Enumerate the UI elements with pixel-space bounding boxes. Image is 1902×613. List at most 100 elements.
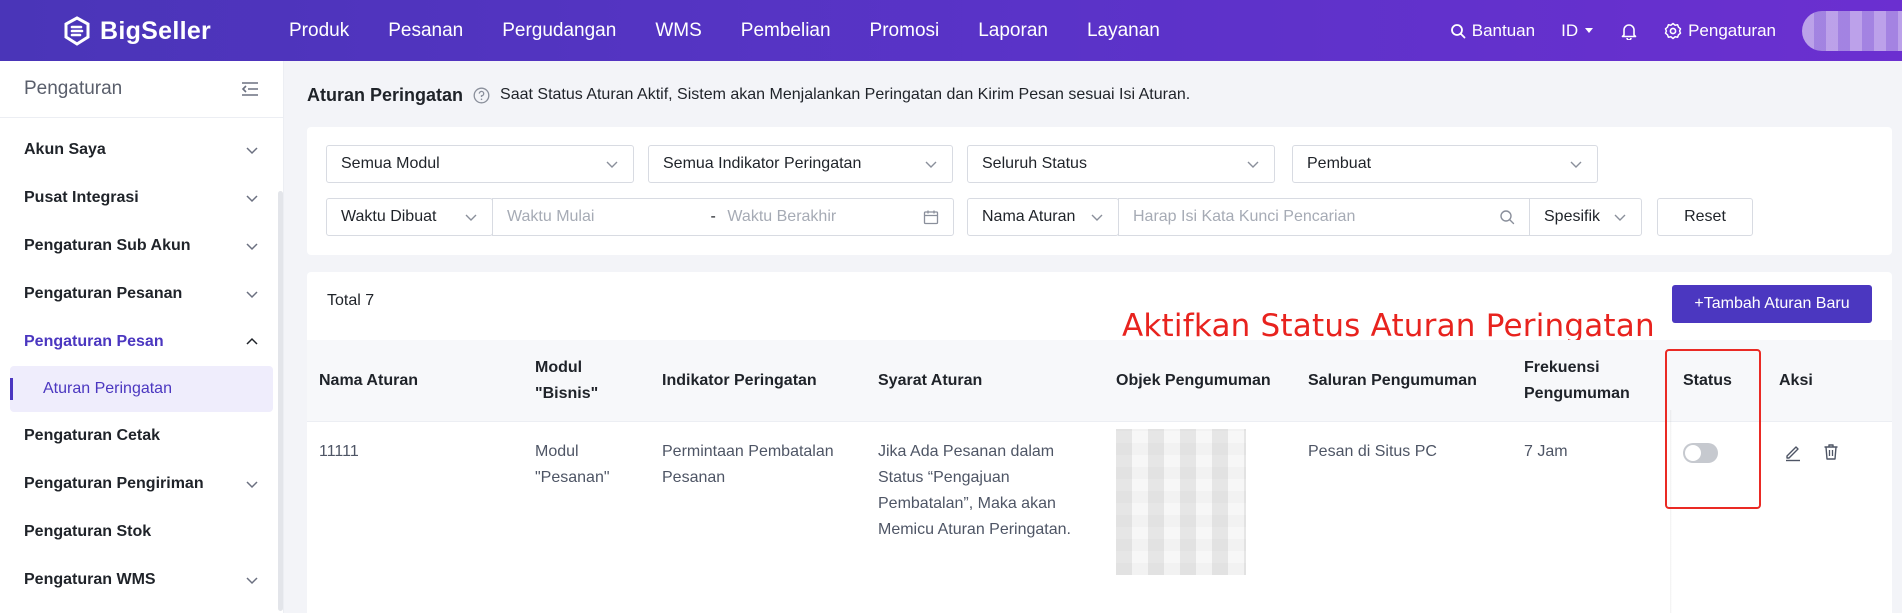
sidebar-item-cetak[interactable]: Pengaturan Cetak — [0, 412, 283, 460]
nav-layanan[interactable]: Layanan — [1087, 20, 1160, 42]
chevron-down-icon — [1614, 214, 1626, 221]
col-module-header-line1: Modul — [535, 359, 583, 376]
add-rule-button[interactable]: +Tambah Aturan Baru — [1672, 285, 1872, 323]
nav-produk[interactable]: Produk — [289, 20, 349, 42]
sidebar-item-label: Pengaturan WMS — [24, 571, 156, 588]
sidebar-subitem-label: Aturan Peringatan — [43, 380, 172, 397]
top-navigation-bar: BigSeller Produk Pesanan Pergudangan WMS… — [0, 0, 1902, 61]
sidebar-item-label: Pengaturan Stok — [24, 523, 152, 540]
date-range-picker[interactable]: Waktu Mulai - Waktu Berakhir — [492, 198, 954, 236]
nav-laporan[interactable]: Laporan — [978, 20, 1048, 42]
rule-module-line2: "Pesanan" — [535, 469, 610, 486]
sidebar-item-pesanan[interactable]: Pengaturan Pesanan — [0, 270, 283, 318]
rule-frequency: 7 Jam — [1524, 443, 1568, 460]
indicator-select-value: Semua Indikator Peringatan — [663, 155, 862, 172]
col-condition-header: Syarat Aturan — [878, 372, 983, 389]
notification-button[interactable] — [1620, 22, 1638, 40]
sidebar-item-pusat-integrasi[interactable]: Pusat Integrasi — [0, 174, 283, 222]
sidebar-item-label: Pengaturan Cetak — [24, 427, 161, 444]
page-title: Aturan Peringatan — [307, 84, 464, 105]
status-select-value: Seluruh Status — [982, 155, 1087, 172]
col-module-header-line2: "Bisnis" — [535, 385, 599, 402]
sidebar-item-wms[interactable]: Pengaturan WMS — [0, 556, 283, 604]
help-label: Bantuan — [1471, 20, 1536, 40]
bigseller-logo[interactable]: BigSeller — [62, 14, 211, 48]
end-date-input[interactable]: Waktu Berakhir — [719, 208, 919, 226]
settings-label: Pengaturan — [1688, 20, 1776, 40]
rule-condition: Jika Ada Pesanan dalam Status “Pengajuan… — [878, 439, 1071, 543]
sidebar-subitem-aturan-peringatan[interactable]: Aturan Peringatan — [10, 366, 273, 412]
col-frequency-header-line2: Pengumuman — [1524, 385, 1630, 402]
rule-condition-line3: Pembatalan”, Maka akan — [878, 495, 1056, 512]
sidebar-item-akun-saya[interactable]: Akun Saya — [0, 126, 283, 174]
nav-pesanan[interactable]: Pesanan — [388, 20, 463, 42]
module-select[interactable]: Semua Modul — [326, 145, 634, 183]
sidebar-item-label: Pusat Integrasi — [24, 189, 139, 206]
main-nav: Produk Pesanan Pergudangan WMS Pembelian… — [289, 0, 1199, 61]
settings-link[interactable]: Pengaturan — [1664, 21, 1776, 41]
time-type-select[interactable]: Waktu Dibuat — [326, 198, 493, 236]
trash-icon[interactable] — [1821, 442, 1841, 462]
search-field-select[interactable]: Nama Aturan — [967, 198, 1119, 236]
nav-pergudangan[interactable]: Pergudangan — [502, 20, 616, 42]
rule-condition-line4: Memicu Aturan Peringatan. — [878, 521, 1071, 538]
help-link[interactable]: Bantuan — [1450, 21, 1535, 41]
app-name: BigSeller — [100, 16, 212, 45]
help-circle-icon[interactable] — [473, 87, 490, 104]
nav-wms[interactable]: WMS — [655, 20, 701, 42]
bigseller-logo-icon — [64, 16, 90, 46]
match-mode-select[interactable]: Spesifik — [1529, 198, 1642, 236]
col-actions-header: Aksi — [1779, 372, 1813, 389]
col-object-header: Objek Pengumuman — [1116, 372, 1271, 389]
sidebar-item-pesan[interactable]: Pengaturan Pesan — [0, 318, 283, 366]
indicator-select[interactable]: Semua Indikator Peringatan — [648, 145, 953, 183]
language-label: ID — [1561, 20, 1579, 40]
col-status-header: Status — [1683, 372, 1732, 389]
match-mode-value: Spesifik — [1544, 208, 1601, 225]
col-channel-header: Saluran Pengumuman — [1308, 372, 1477, 389]
edit-icon[interactable] — [1783, 442, 1803, 462]
sidebar-item-pengiriman[interactable]: Pengaturan Pengiriman — [0, 460, 283, 508]
chevron-down-icon — [925, 161, 937, 168]
col-frequency-header: Frekuensi Pengumuman — [1524, 355, 1630, 407]
creator-select[interactable]: Pembuat — [1292, 145, 1598, 183]
keyword-search-placeholder: Harap Isi Kata Kunci Pencarian — [1133, 208, 1356, 225]
reset-button[interactable]: Reset — [1657, 198, 1753, 236]
start-date-input[interactable]: Waktu Mulai — [507, 208, 707, 226]
sticky-column-shadow — [1670, 410, 1672, 613]
sidebar-item-stok[interactable]: Pengaturan Stok — [0, 508, 283, 556]
creator-select-value: Pembuat — [1307, 155, 1372, 172]
chevron-down-icon — [246, 243, 258, 251]
date-range-separator: - — [710, 208, 716, 225]
sidebar-header: Pengaturan — [0, 61, 283, 118]
sidebar-item-label: Pengaturan Pesan — [24, 333, 164, 350]
sidebar-item-sub-akun[interactable]: Pengaturan Sub Akun — [0, 222, 283, 270]
nav-pembelian[interactable]: Pembelian — [741, 20, 831, 42]
caret-down-icon — [1585, 27, 1594, 33]
sidebar-item-label: Pengaturan Pesanan — [24, 285, 183, 302]
module-select-value: Semua Modul — [341, 155, 440, 172]
calendar-icon — [923, 210, 939, 225]
search-icon[interactable] — [1499, 209, 1515, 225]
filter-panel: Semua Modul Semua Indikator Peringatan S… — [307, 127, 1892, 255]
gear-icon — [1664, 22, 1682, 39]
collapse-sidebar-icon[interactable] — [241, 81, 259, 97]
rule-name: 11111 — [319, 443, 359, 460]
nav-promosi[interactable]: Promosi — [870, 20, 940, 42]
rule-module-line1: Modul — [535, 443, 579, 460]
status-toggle[interactable] — [1683, 443, 1718, 463]
chevron-down-icon — [606, 161, 618, 168]
search-field-value: Nama Aturan — [982, 208, 1076, 225]
table-header: Nama Aturan Modul "Bisnis" Indikator Per… — [307, 340, 1892, 422]
chevron-down-icon — [246, 195, 258, 203]
user-avatar[interactable] — [1802, 10, 1902, 51]
rule-condition-line2: Status “Pengajuan — [878, 469, 1010, 486]
language-select[interactable]: ID — [1561, 21, 1594, 41]
status-select[interactable]: Seluruh Status — [967, 145, 1275, 183]
chevron-down-icon — [465, 214, 477, 221]
settings-sidebar: Pengaturan Akun Saya Pusat Integrasi Pen… — [0, 61, 284, 613]
status-toggle-knob — [1685, 445, 1701, 461]
sidebar-scrollbar[interactable] — [278, 191, 283, 611]
chevron-down-icon — [1091, 214, 1103, 221]
keyword-search-input[interactable]: Harap Isi Kata Kunci Pencarian — [1118, 198, 1530, 236]
